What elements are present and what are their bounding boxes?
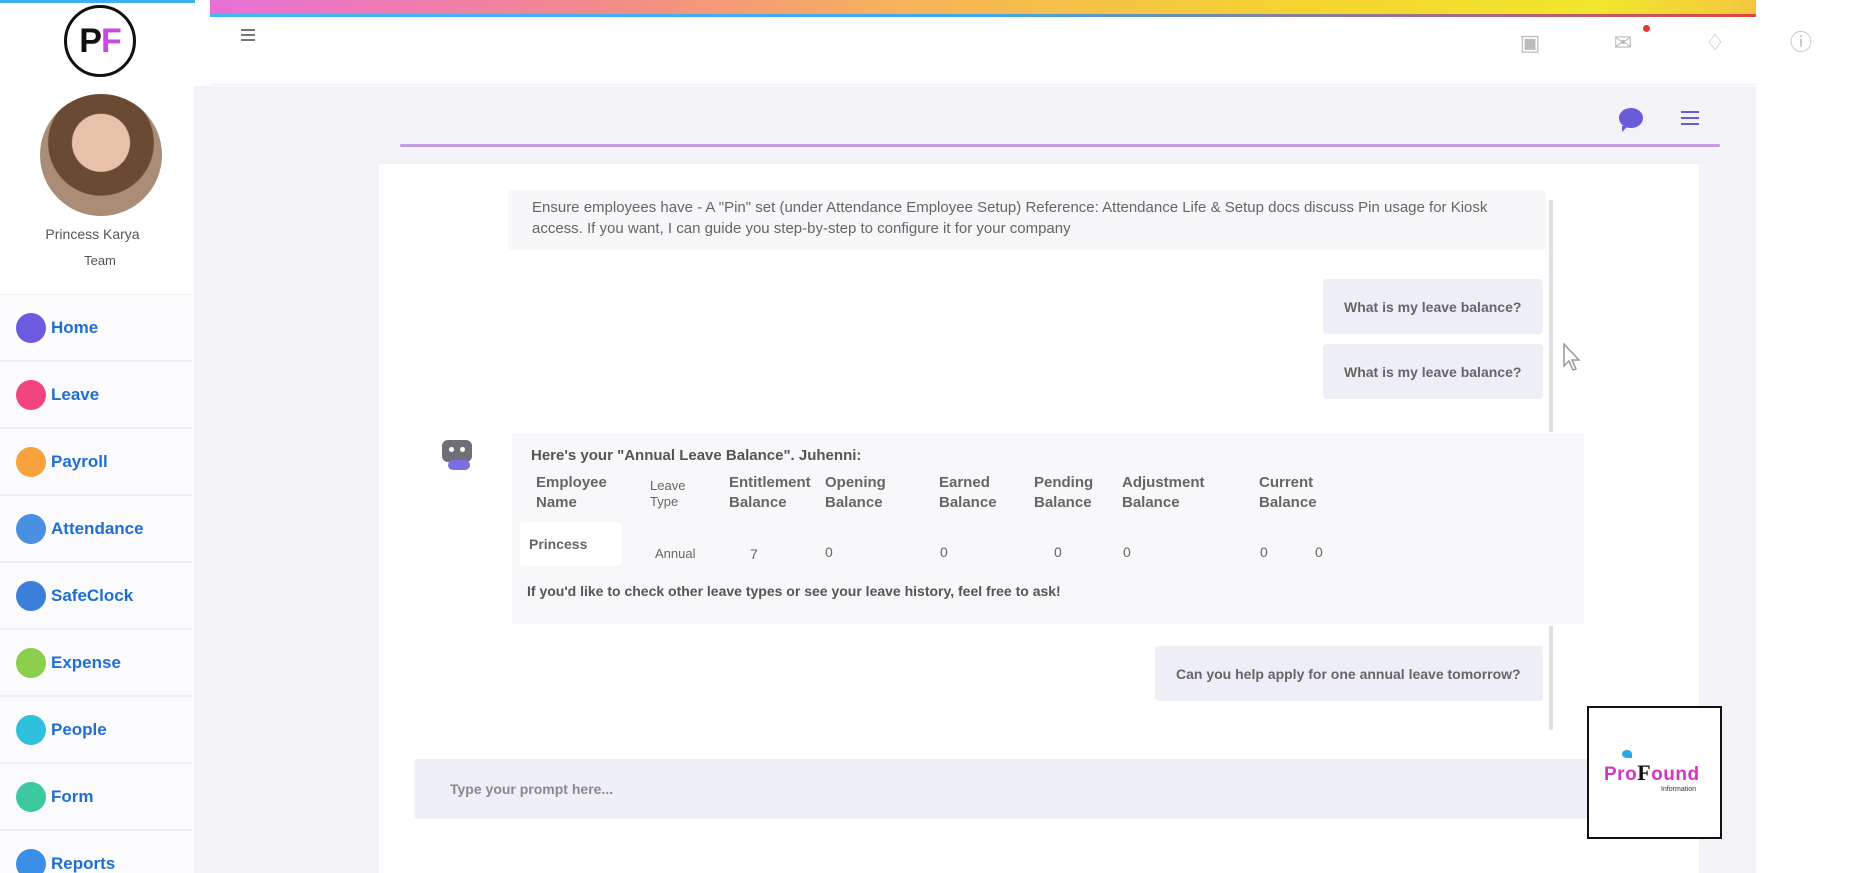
unread-badge [1643,25,1650,32]
leave-icon [16,379,46,410]
sidebar: PF Princess Karya Team Home Leave Payrol… [0,0,195,873]
bird-icon [1622,750,1632,758]
column-header: Current Balance [1259,474,1317,511]
mouse-cursor-icon [1563,342,1581,371]
sidebar-item-people[interactable]: People [0,696,192,763]
table-cell-pending: 0 [1054,544,1062,560]
reports-icon [16,848,46,873]
home-icon [16,312,46,343]
sidebar-item-home[interactable]: Home [0,294,192,361]
prompt-input[interactable] [414,759,1659,819]
brand-name-part: ound [1651,764,1700,785]
user-message: What is my leave balance? [1323,344,1543,399]
scrollbar[interactable] [1549,626,1553,744]
people-icon [16,714,46,745]
bot-message: Ensure employees have - A "Pin" set (und… [508,190,1546,250]
user-message-text: Can you help apply for one annual leave … [1176,665,1521,682]
sidebar-item-safeclock[interactable]: SafeClock [0,562,192,629]
safeclock-icon [16,580,46,611]
table-cell-entitlement: 7 [750,546,758,562]
scrollbar[interactable] [1549,200,1553,432]
app-logo[interactable]: PF [64,5,136,77]
sidebar-item-label: Payroll [51,451,108,471]
column-header: Leave Type [650,478,686,509]
attendance-icon [16,513,46,544]
table-cell-extra: 0 [1315,544,1323,560]
chat-icon[interactable] [1619,108,1643,132]
sidebar-item-reports[interactable]: Reports [0,830,192,873]
user-avatar[interactable] [40,94,162,216]
help-icon[interactable]: ⓘ [1786,28,1816,58]
column-header: Adjustment Balance [1122,474,1205,511]
sidebar-item-label: Form [51,786,94,806]
sidebar-item-label: Reports [51,853,116,873]
bot-icon[interactable]: ▣ [1515,28,1545,58]
sidebar-item-attendance[interactable]: Attendance [0,495,192,562]
sidebar-item-label: Home [51,317,99,337]
bot-avatar-icon [436,434,478,472]
table-cell-current: 0 [1260,544,1268,560]
mail-icon[interactable]: ✉ [1608,28,1638,58]
sidebar-item-label: People [51,719,107,739]
column-header: Earned Balance [939,474,997,511]
user-message: What is my leave balance? [1323,279,1543,334]
sidebar-item-form[interactable]: Form [0,763,192,830]
sidebar-item-leave[interactable]: Leave [0,361,192,428]
column-header: Entitlement Balance [729,474,811,511]
menu-toggle-icon[interactable] [241,29,255,41]
brand-name-part: Pro [1604,764,1638,785]
bot-message-footer: If you'd like to check other leave types… [527,583,1061,599]
table-cell-earned: 0 [940,544,948,560]
brand-watermark: ProFound Information [1587,706,1722,839]
table-cell-adjustment: 0 [1123,544,1131,560]
table-cell-employee-name: Princess [520,522,622,566]
user-name: Princess Karya [45,226,140,242]
sidebar-item-expense[interactable]: Expense [0,629,192,696]
table-cell-leave-type: Annual [655,546,696,561]
user-role: Team [84,253,116,268]
brand-subtitle: Information [1661,786,1697,793]
payroll-icon [16,446,46,477]
bot-message-intro: Here's your "Annual Leave Balance". Juhe… [531,447,862,464]
table-cell-opening: 0 [825,544,833,560]
brand-name-part: F [1637,760,1652,785]
logo-letter-f: F [100,21,122,60]
user-message-text: What is my leave balance? [1344,298,1522,315]
divider [400,144,1720,147]
chat-menu-icon[interactable] [1681,111,1699,129]
sidebar-item-payroll[interactable]: Payroll [0,428,192,495]
column-header: Opening Balance [825,474,886,511]
user-message-text: What is my leave balance? [1344,363,1522,380]
brand-name: ProFound [1604,760,1700,786]
user-message: Can you help apply for one annual leave … [1155,646,1543,701]
sidebar-item-label: SafeClock [51,585,134,605]
bell-icon[interactable]: ♢ [1700,28,1730,58]
top-gradient-bar [210,0,1756,17]
sidebar-item-label: Expense [51,652,121,672]
sidebar-item-label: Leave [51,384,100,404]
form-icon [16,781,46,812]
sidebar-item-label: Attendance [51,518,144,538]
logo-letter-p: P [79,21,102,60]
expense-icon [16,647,46,678]
column-header: Employee Name [536,474,607,511]
sidebar-nav: Home Leave Payroll Attendance SafeClock … [0,294,192,873]
column-header: Pending Balance [1034,474,1094,511]
